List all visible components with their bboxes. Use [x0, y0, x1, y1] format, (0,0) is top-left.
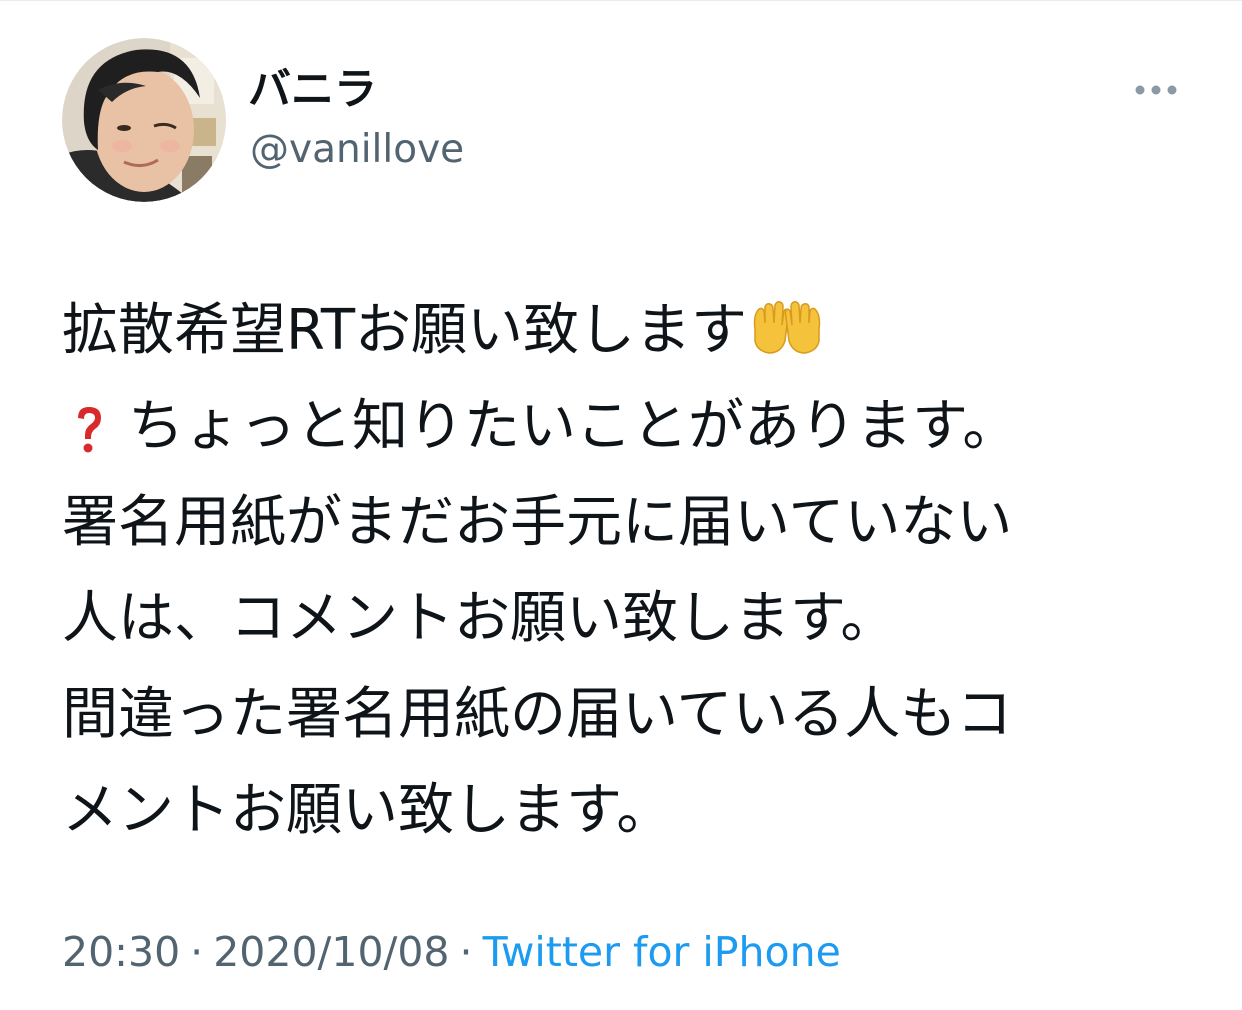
tweet-text-line: 拡散希望RTお願い致します [62, 283, 1182, 379]
tweet-time[interactable]: 20:30 [62, 928, 180, 976]
tweet-text-segment: ちょっと知りたいことがあります。 [128, 394, 1019, 459]
tweet-text-line: 人は、コメントお願い致します。 [62, 586, 897, 651]
avatar[interactable] [62, 38, 226, 202]
tweet-text-line: ちょっと知りたいことがあります。 [62, 379, 1182, 475]
tweet-text-line: 署名用紙がまだお手元に届いていない [62, 490, 1013, 555]
tweet-text-line: 間違った署名用紙の届いている人もコ [62, 682, 1013, 747]
red-question-mark-emoji [74, 389, 104, 485]
avatar-photo [62, 38, 226, 202]
palms-up-together-emoji [749, 291, 825, 387]
tweet-text-segment: 拡散希望RTお願い致します [62, 298, 748, 363]
meta-separator: · [459, 928, 473, 976]
more-options-button[interactable] [1126, 70, 1186, 110]
meta-separator: · [190, 928, 204, 976]
tweet-card: バニラ @vanillove 拡散希望RTお願い致します ちょっと知りたいことが… [0, 0, 1242, 1010]
tweet-metadata: 20:30 · 2020/10/08 · Twitter for iPhone [62, 924, 841, 980]
tweet-source-link[interactable]: Twitter for iPhone [483, 928, 841, 976]
author-display-name[interactable]: バニラ [248, 64, 377, 116]
author-handle[interactable]: @vanillove [250, 126, 464, 174]
tweet-text: 拡散希望RTお願い致します ちょっと知りたいことがあります。 署名用紙がまだお手… [62, 283, 1182, 859]
tweet-date[interactable]: 2020/10/08 [213, 928, 449, 976]
more-horizontal-icon [1135, 85, 1177, 95]
tweet-text-line: メントお願い致します。 [62, 778, 673, 843]
